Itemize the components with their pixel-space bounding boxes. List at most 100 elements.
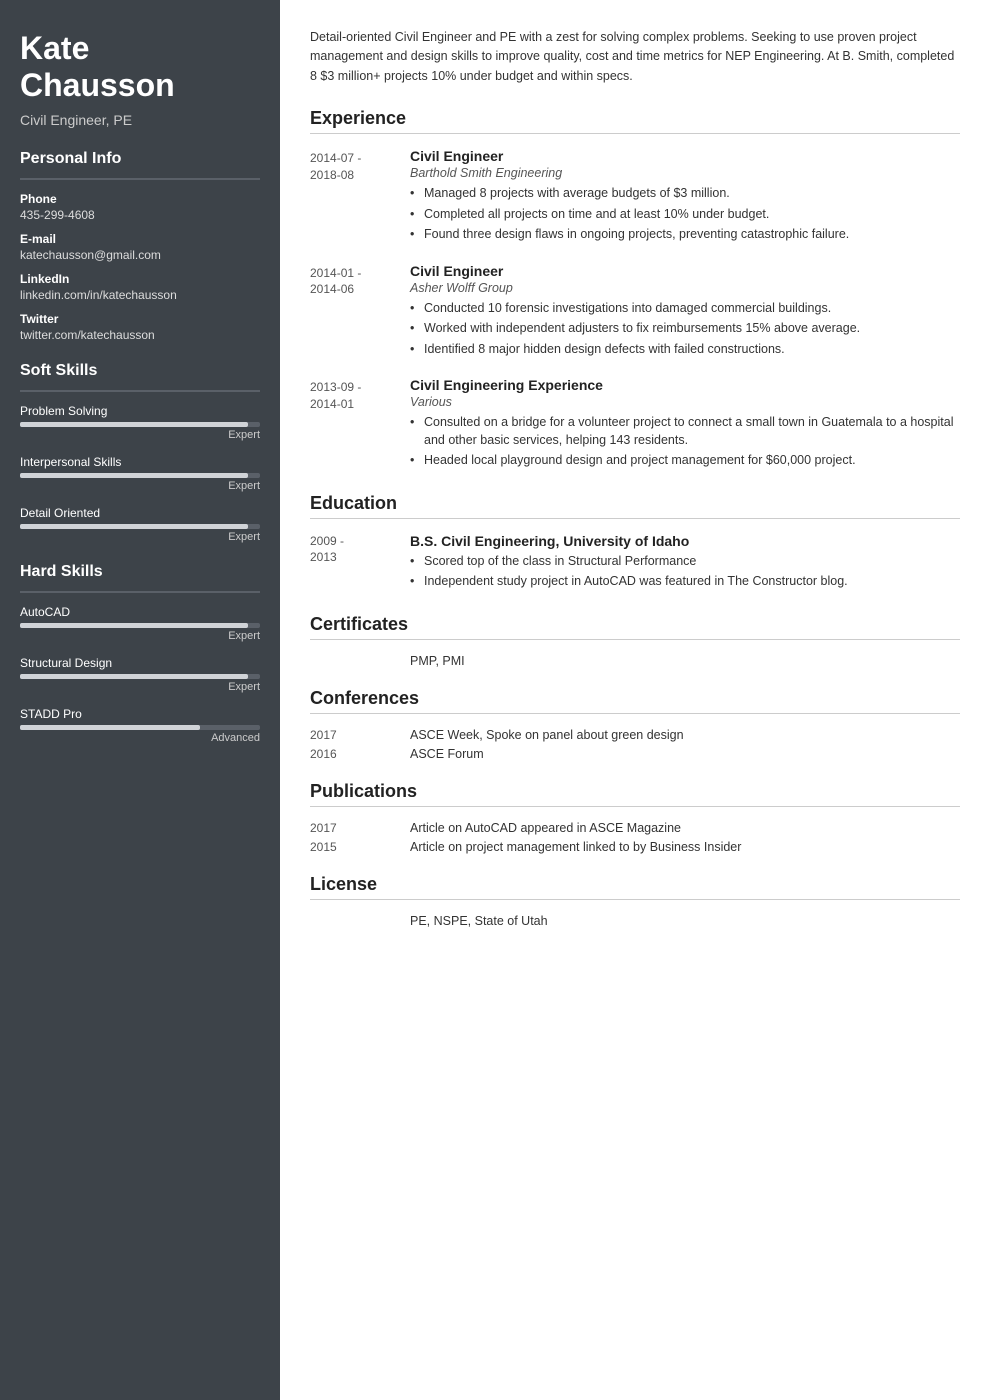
- bullet-item: Managed 8 projects with average budgets …: [410, 185, 960, 203]
- bullet-item: Identified 8 major hidden design defects…: [410, 341, 960, 359]
- edu-content: B.S. Civil Engineering, University of Id…: [410, 533, 960, 594]
- experience-row: 2014-01 -2014-06 Civil Engineer Asher Wo…: [310, 263, 960, 362]
- conf-desc: ASCE Forum: [410, 747, 960, 761]
- personal-info-divider: [20, 178, 260, 180]
- main-content: Detail-oriented Civil Engineer and PE wi…: [280, 0, 990, 1400]
- exp-bullets: Conducted 10 forensic investigations int…: [410, 300, 960, 359]
- publications-list: 2017 Article on AutoCAD appeared in ASCE…: [310, 821, 960, 854]
- personal-info-heading: Personal Info: [20, 150, 260, 168]
- skill-bar-fill: [20, 623, 248, 628]
- skill-name: Structural Design: [20, 656, 260, 670]
- publications-heading: Publications: [310, 781, 960, 802]
- soft-skill-item: Problem Solving Expert: [20, 404, 260, 441]
- bullet-item: Independent study project in AutoCAD was…: [410, 573, 960, 591]
- education-divider: [310, 518, 960, 519]
- hard-skill-item: Structural Design Expert: [20, 656, 260, 693]
- soft-skills-list: Problem Solving Expert Interpersonal Ski…: [20, 404, 260, 543]
- certificate-value: PMP, PMI: [410, 654, 465, 668]
- hard-skills-heading: Hard Skills: [20, 563, 260, 581]
- pub-year: 2017: [310, 821, 410, 835]
- exp-content: Civil Engineer Barthold Smith Engineerin…: [410, 148, 960, 247]
- skill-level: Advanced: [20, 732, 260, 744]
- skill-bar-fill: [20, 674, 248, 679]
- linkedin-value: linkedin.com/in/katechausson: [20, 288, 260, 302]
- conf-year: 2016: [310, 747, 410, 761]
- bullet-item: Conducted 10 forensic investigations int…: [410, 300, 960, 318]
- exp-job-title: Civil Engineer: [410, 148, 960, 164]
- exp-date: 2014-01 -2014-06: [310, 263, 410, 362]
- skill-bar-bg: [20, 725, 260, 730]
- edu-bullets: Scored top of the class in Structural Pe…: [410, 553, 960, 591]
- conference-row: 2016 ASCE Forum: [310, 747, 960, 761]
- bullet-item: Scored top of the class in Structural Pe…: [410, 553, 960, 571]
- skill-level: Expert: [20, 681, 260, 693]
- skill-bar-fill: [20, 422, 248, 427]
- exp-bullets: Consulted on a bridge for a volunteer pr…: [410, 414, 960, 470]
- conference-row: 2017 ASCE Week, Spoke on panel about gre…: [310, 728, 960, 742]
- soft-skills-heading: Soft Skills: [20, 362, 260, 380]
- pub-year: 2015: [310, 840, 410, 854]
- pub-desc: Article on project management linked to …: [410, 840, 960, 854]
- license-value: PE, NSPE, State of Utah: [410, 914, 960, 928]
- soft-skills-divider: [20, 390, 260, 392]
- certificates-section: Certificates PMP, PMI: [310, 614, 960, 668]
- exp-company: Barthold Smith Engineering: [410, 166, 960, 180]
- bullet-item: Found three design flaws in ongoing proj…: [410, 226, 960, 244]
- license-heading: License: [310, 874, 960, 895]
- skill-bar-fill: [20, 725, 200, 730]
- hard-skills-list: AutoCAD Expert Structural Design Expert …: [20, 605, 260, 744]
- certificate-row: PMP, PMI: [310, 654, 960, 668]
- pub-desc: Article on AutoCAD appeared in ASCE Maga…: [410, 821, 960, 835]
- conferences-divider: [310, 713, 960, 714]
- skill-bar-fill: [20, 524, 248, 529]
- email-label: E-mail: [20, 232, 260, 246]
- education-list: 2009 -2013 B.S. Civil Engineering, Unive…: [310, 533, 960, 594]
- experience-divider: [310, 133, 960, 134]
- exp-bullets: Managed 8 projects with average budgets …: [410, 185, 960, 244]
- certificates-divider: [310, 639, 960, 640]
- publication-row: 2017 Article on AutoCAD appeared in ASCE…: [310, 821, 960, 835]
- skill-bar-bg: [20, 623, 260, 628]
- skill-name: STADD Pro: [20, 707, 260, 721]
- education-heading: Education: [310, 493, 960, 514]
- exp-job-title: Civil Engineer: [410, 263, 960, 279]
- summary-text: Detail-oriented Civil Engineer and PE wi…: [310, 28, 960, 86]
- conferences-section: Conferences 2017 ASCE Week, Spoke on pan…: [310, 688, 960, 761]
- sidebar: Kate Chausson Civil Engineer, PE Persona…: [0, 0, 280, 1400]
- publication-row: 2015 Article on project management linke…: [310, 840, 960, 854]
- publications-divider: [310, 806, 960, 807]
- education-section: Education 2009 -2013 B.S. Civil Engineer…: [310, 493, 960, 594]
- phone-value: 435-299-4608: [20, 208, 260, 222]
- exp-company: Various: [410, 395, 960, 409]
- exp-date: 2014-07 -2018-08: [310, 148, 410, 247]
- skill-level: Expert: [20, 429, 260, 441]
- twitter-label: Twitter: [20, 312, 260, 326]
- conferences-heading: Conferences: [310, 688, 960, 709]
- skill-name: Interpersonal Skills: [20, 455, 260, 469]
- edu-date: 2009 -2013: [310, 533, 410, 594]
- phone-label: Phone: [20, 192, 260, 206]
- skill-name: Problem Solving: [20, 404, 260, 418]
- edu-degree: B.S. Civil Engineering, University of Id…: [410, 533, 960, 549]
- education-row: 2009 -2013 B.S. Civil Engineering, Unive…: [310, 533, 960, 594]
- skill-name: AutoCAD: [20, 605, 260, 619]
- publications-section: Publications 2017 Article on AutoCAD app…: [310, 781, 960, 854]
- bullet-item: Headed local playground design and proje…: [410, 452, 960, 470]
- conf-year: 2017: [310, 728, 410, 742]
- experience-section: Experience 2014-07 -2018-08 Civil Engine…: [310, 108, 960, 473]
- bullet-item: Consulted on a bridge for a volunteer pr…: [410, 414, 960, 449]
- skill-level: Expert: [20, 480, 260, 492]
- candidate-name: Kate Chausson: [20, 30, 260, 104]
- email-value: katechausson@gmail.com: [20, 248, 260, 262]
- skill-name: Detail Oriented: [20, 506, 260, 520]
- soft-skill-item: Interpersonal Skills Expert: [20, 455, 260, 492]
- lic-indent: [310, 914, 410, 928]
- skill-bar-bg: [20, 674, 260, 679]
- skill-bar-fill: [20, 473, 248, 478]
- bullet-item: Worked with independent adjusters to fix…: [410, 320, 960, 338]
- bullet-item: Completed all projects on time and at le…: [410, 206, 960, 224]
- linkedin-label: LinkedIn: [20, 272, 260, 286]
- experience-row: 2014-07 -2018-08 Civil Engineer Barthold…: [310, 148, 960, 247]
- candidate-title: Civil Engineer, PE: [20, 112, 260, 128]
- experience-list: 2014-07 -2018-08 Civil Engineer Barthold…: [310, 148, 960, 473]
